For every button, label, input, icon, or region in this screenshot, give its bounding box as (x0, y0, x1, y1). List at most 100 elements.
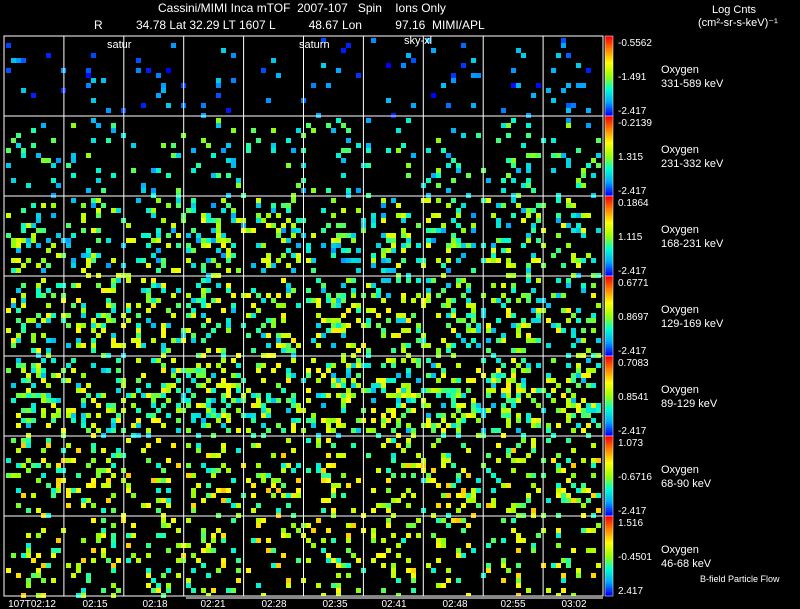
heatmap-cell (311, 233, 316, 238)
heatmap-cell (471, 378, 476, 383)
heatmap-cell (371, 508, 376, 513)
heatmap-cell (381, 253, 386, 258)
heatmap-cell (276, 363, 281, 368)
heatmap-cell (341, 358, 346, 363)
heatmap-cell (66, 243, 71, 248)
heatmap-cell (96, 213, 101, 218)
heatmap-cell (31, 383, 36, 388)
heatmap-cell (371, 218, 376, 223)
heatmap-cell (536, 153, 541, 158)
heatmap-cell (151, 238, 156, 243)
heatmap-cell (431, 173, 436, 178)
heatmap-cell (256, 218, 261, 223)
heatmap-cell (346, 368, 351, 373)
heatmap-cell (331, 378, 336, 383)
heatmap-cell (386, 268, 391, 273)
heatmap-cell (211, 173, 216, 178)
heatmap-cell (556, 453, 561, 458)
heatmap-cell (416, 358, 421, 363)
heatmap-cell (546, 318, 551, 323)
heatmap-cell (276, 398, 281, 403)
heatmap-cell (201, 563, 206, 568)
heatmap-cell (411, 473, 416, 478)
heatmap-cell (206, 483, 211, 488)
heatmap-cell (236, 383, 241, 388)
heatmap-cell (366, 453, 371, 458)
heatmap-cell (591, 258, 596, 263)
heatmap-cell (396, 553, 401, 558)
heatmap-cell (496, 238, 501, 243)
heatmap-cell (416, 393, 421, 398)
heatmap-cell (451, 158, 456, 163)
heatmap-cell (461, 493, 466, 498)
heatmap-cell (331, 583, 336, 588)
heatmap-cell (406, 163, 411, 168)
colorbar-min-label: -2.417 (618, 106, 647, 117)
heatmap-cell (441, 303, 446, 308)
heatmap-cell (496, 378, 501, 383)
heatmap-cell (111, 303, 116, 308)
colorbar-min-label: -2.417 (618, 186, 647, 197)
heatmap-cell (231, 588, 236, 593)
heatmap-cell (401, 403, 406, 408)
heatmap-cell (441, 288, 446, 293)
heatmap-cell (81, 313, 86, 318)
heatmap-cell (456, 548, 461, 553)
heatmap-cell (16, 238, 21, 243)
heatmap-cell (591, 408, 596, 413)
heatmap-cell (206, 548, 211, 553)
heatmap-cell (581, 183, 586, 188)
heatmap-cell (371, 428, 376, 433)
heatmap-cell (226, 238, 231, 243)
heatmap-cell (16, 133, 21, 138)
heatmap-cell (111, 543, 116, 548)
heatmap-cell (406, 213, 411, 218)
heatmap-cell (516, 83, 521, 88)
band-energy-label: 129-169 keV (661, 318, 724, 330)
heatmap-cell (206, 238, 211, 243)
colorbar-min-label: -2.417 (618, 506, 647, 517)
heatmap-cell (506, 158, 511, 163)
heatmap-cell (266, 488, 271, 493)
colorbar-mid-label: 0.8541 (618, 392, 649, 403)
heatmap-cell (166, 398, 171, 403)
heatmap-cell (286, 463, 291, 468)
heatmap-cell (286, 493, 291, 498)
heatmap-cell (111, 473, 116, 478)
heatmap-cell (81, 388, 86, 393)
heatmap-cell (341, 258, 346, 263)
heatmap-cell (551, 138, 556, 143)
heatmap-cell (111, 463, 116, 468)
heatmap-cell (26, 408, 31, 413)
heatmap-cell (161, 348, 166, 353)
heatmap-cell (201, 218, 206, 223)
heatmap-cell (156, 463, 161, 468)
heatmap-cell (321, 418, 326, 423)
heatmap-cell (166, 458, 171, 463)
heatmap-cell (386, 478, 391, 483)
heatmap-cell (366, 348, 371, 353)
heatmap-cell (321, 393, 326, 398)
heatmap-cell (561, 223, 566, 228)
heatmap-cell (26, 388, 31, 393)
heatmap-cell (161, 498, 166, 503)
heatmap-cell (296, 218, 301, 223)
heatmap-cell (186, 398, 191, 403)
heatmap-cell (271, 318, 276, 323)
heatmap-cell (451, 308, 456, 313)
heatmap-cell (391, 458, 396, 463)
heatmap-cell (201, 323, 206, 328)
heatmap-cell (311, 128, 316, 133)
heatmap-cell (176, 268, 181, 273)
heatmap-cell (561, 573, 566, 578)
heatmap-cell (386, 233, 391, 238)
heatmap-cell (556, 483, 561, 488)
heatmap-cell (531, 308, 536, 313)
heatmap-cell (526, 493, 531, 498)
heatmap-cell (461, 443, 466, 448)
heatmap-cell (456, 553, 461, 558)
heatmap-cell (346, 373, 351, 378)
heatmap-cell (456, 478, 461, 483)
heatmap-cell (136, 358, 141, 363)
heatmap-cell (96, 393, 101, 398)
